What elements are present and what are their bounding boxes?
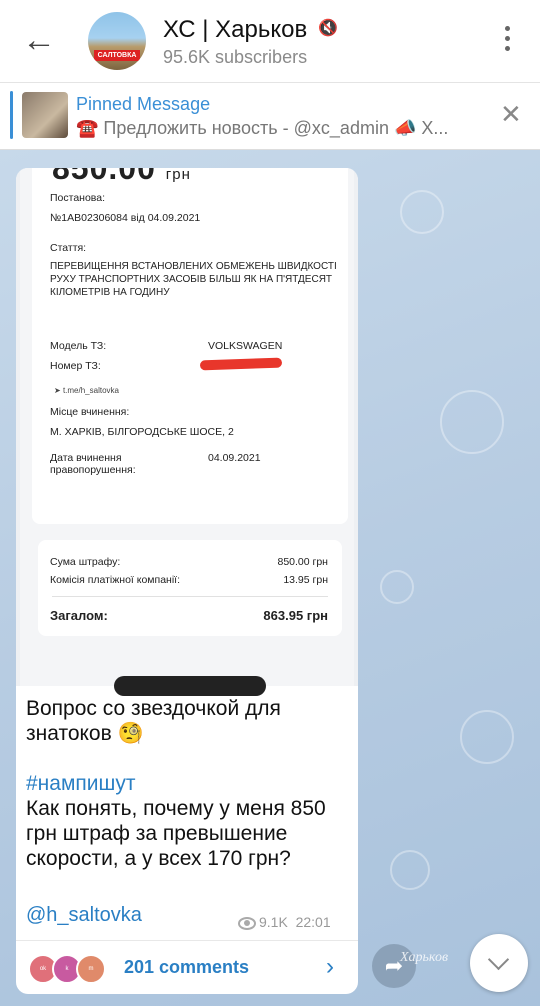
channel-avatar[interactable]: САЛТОВКА — [88, 12, 146, 70]
model-value: VOLKSWAGEN — [208, 340, 283, 352]
vertical-dots-icon[interactable] — [500, 22, 514, 56]
summary-divider — [52, 596, 328, 597]
postanova-value: №1АВ02306084 від 04.09.2021 — [50, 212, 201, 224]
chat-header: ← САЛТОВКА ХС | Харьков 🔇 95.6K subscrib… — [0, 0, 540, 83]
comments-count: 201 comments — [124, 957, 250, 977]
fine-label: Сума штрафу: — [50, 556, 121, 568]
post-text: Вопрос со звездочкой для знатоков 🧐 #нам… — [26, 696, 346, 871]
number-label: Номер ТЗ: — [50, 360, 101, 372]
chevron-down-icon[interactable] — [470, 934, 528, 992]
stattia-label: Стаття: — [50, 242, 87, 254]
post-image[interactable]: 850.00 грн Постанова: №1АВ02306084 від 0… — [16, 168, 358, 696]
view-count: 9.1K — [259, 914, 288, 930]
channel-title[interactable]: ХС | Харьков — [163, 16, 307, 44]
post-text-body: Как понять, почему у меня 850 грн штраф … — [26, 797, 326, 870]
stattia-text: Перевищення встановлених обмежень швидко… — [50, 261, 337, 298]
place-value: М. ХАРКІВ, БІЛГОРОДСЬКЕ ШОСЕ, 2 — [50, 426, 234, 438]
post-time: 22:01 — [295, 914, 331, 930]
payment-summary-card: Сума штрафу: 850.00 грн Комісія платіжно… — [38, 540, 342, 636]
redaction-mark — [199, 357, 283, 371]
date-value: 04.09.2021 — [208, 452, 261, 464]
muted-speaker-icon: 🔇 — [318, 20, 338, 37]
avatar-label: САЛТОВКА — [94, 50, 140, 61]
comment-avatar: m — [76, 954, 106, 984]
fine-value: 850.00 грн — [277, 556, 328, 568]
arrow-left-icon[interactable]: ← — [22, 22, 58, 58]
channel-post: 850.00 грн Постанова: №1АВ02306084 від 0… — [16, 168, 358, 994]
eye-icon — [238, 916, 256, 930]
subscriber-count: 95.6K subscribers — [163, 47, 308, 67]
pinned-thumbnail — [22, 92, 68, 138]
date-label: Дата вчинення правопорушення: — [50, 452, 136, 476]
image-watermark: ➤ t.me/h_saltovka — [54, 386, 119, 395]
fee-label: Комісія платіжної компанії: — [50, 574, 181, 586]
fee-value: 13.95 грн — [283, 574, 328, 586]
close-icon[interactable]: ✕ — [500, 101, 522, 127]
channel-link[interactable]: @h_saltovka — [26, 904, 142, 927]
pinned-indicator — [10, 91, 13, 139]
total-value: 863.95 грн — [263, 608, 328, 623]
total-label: Загалом: — [50, 608, 108, 623]
post-meta: 9.1K 22:01 — [238, 914, 331, 930]
amount-top: 850.00 грн — [52, 168, 191, 186]
hashtag-link[interactable]: #нампишут — [26, 771, 346, 796]
image-dark-button — [114, 676, 266, 696]
chevron-right-icon: › — [326, 953, 334, 980]
postanova-label: Постанова: — [50, 192, 106, 204]
place-label: Місце вчинення: — [50, 406, 130, 418]
pinned-message-bar[interactable]: Pinned Message ☎️ Предложить новость - @… — [0, 83, 540, 150]
fine-details-card: 850.00 грн Постанова: №1АВ02306084 від 0… — [32, 168, 348, 524]
pinned-title: Pinned Message — [76, 94, 211, 114]
background-watermark: Харьков — [400, 950, 449, 965]
comments-bar[interactable]: ok k m 201 comments › — [16, 940, 358, 994]
post-text-line1: Вопрос со звездочкой для знатоков 🧐 — [26, 697, 281, 745]
pinned-text: ☎️ Предложить новость - @xc_admin 📣 Х... — [76, 118, 449, 138]
model-label: Модель ТЗ: — [50, 340, 107, 352]
